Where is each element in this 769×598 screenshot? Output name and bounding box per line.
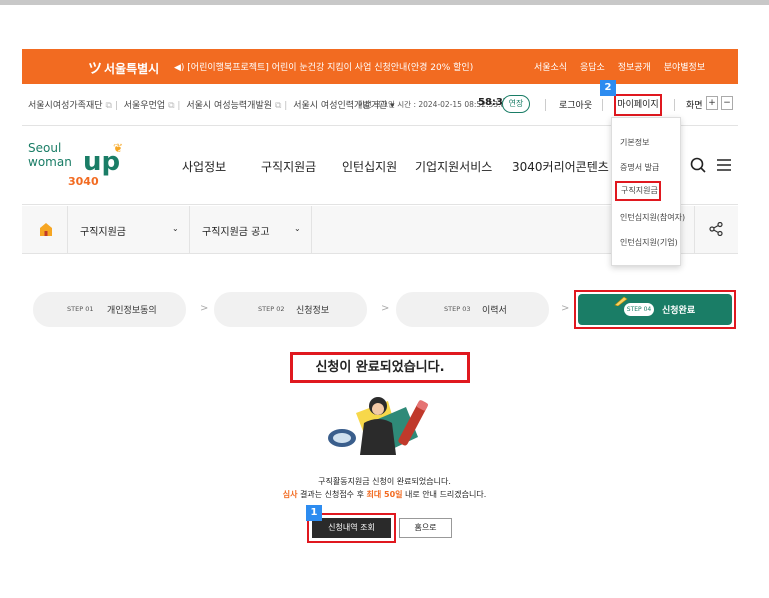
completion-illustration (328, 397, 428, 455)
seoul-city-logo[interactable]: ツ 서울특별시 (88, 58, 159, 78)
link-eungdapso[interactable]: 응답소 (580, 63, 605, 73)
max-days-highlight: 최대 50일 (366, 490, 403, 499)
extend-session-button[interactable]: 연장 (502, 95, 530, 113)
breadcrumb-level1-label: 구직지원금 (80, 227, 126, 238)
womanup-logo[interactable]: Seoul woman up ❦ 3040 (28, 141, 138, 193)
chevron-right-icon: > (381, 303, 390, 314)
share-button[interactable] (694, 206, 738, 254)
seoul-city-banner: ツ 서울특별시 ◀) [어린이행복프로젝트] 어린이 눈건강 지킴이 사업 신청안… (22, 49, 738, 84)
completion-title: 신청이 완료되었습니다. (290, 352, 470, 383)
breadcrumb-level1[interactable]: 구직지원금 ⌄ (68, 206, 190, 254)
step-2-number: STEP 02 (258, 305, 285, 313)
site-dev-institute[interactable]: 서울시 여성능력개발원 (186, 101, 272, 111)
step-2: STEP 02 신청정보 (214, 292, 367, 327)
seoul-logo-icon: ツ (88, 61, 102, 77)
step-4-number: STEP 04 (624, 303, 654, 316)
logo-woman-text: woman (28, 155, 72, 169)
step-4: STEP 04 신청완료 (578, 294, 732, 325)
step-1-number: STEP 01 (67, 305, 94, 313)
home-icon (40, 223, 52, 236)
dropdown-certificate[interactable]: 증명서 발급 (620, 162, 659, 173)
step-3-number: STEP 03 (444, 305, 471, 313)
nav-business-info[interactable]: 사업정보 (182, 158, 226, 175)
divider (674, 99, 675, 111)
chevron-right-icon: > (200, 303, 209, 314)
leaf-icon: ❦ (113, 141, 124, 155)
review-text-1: 결과는 신청접수 후 (297, 490, 367, 499)
review-text-2: 내로 안내 드리겠습니다. (402, 490, 487, 499)
chevron-down-icon: ⌄ (294, 224, 301, 233)
breadcrumb-level2-label: 구직지원금 공고 (202, 227, 270, 238)
application-history-button[interactable]: 신청내역 조회 (312, 518, 391, 538)
top-divider (0, 0, 769, 5)
step-3: STEP 03 이력서 (396, 292, 549, 327)
share-icon (709, 222, 723, 236)
chevron-down-icon: ⌄ (172, 224, 179, 233)
step-badge-1: 1 (306, 505, 322, 521)
nav-job-support[interactable]: 구직지원금 (261, 158, 316, 175)
link-field-info[interactable]: 분야별정보 (664, 63, 705, 73)
chevron-right-icon: > (561, 303, 570, 314)
step-4-name: 신청완료 (662, 306, 696, 316)
screen-zoom-label: 화면 (686, 101, 703, 111)
step-2-name: 신청정보 (296, 306, 330, 316)
external-link-icon: ⧉ | (275, 101, 288, 111)
review-notice: 심사 결과는 신청접수 후 최대 50일 내로 안내 드리겠습니다. (0, 489, 769, 500)
divider (545, 99, 546, 111)
mypage-dropdown: 기본정보 증명서 발급 구직지원금 인턴십지원(참여자) 인턴십지원(기업) (611, 117, 685, 266)
link-seoul-news[interactable]: 서울소식 (534, 63, 567, 73)
step-3-name: 이력서 (482, 306, 507, 316)
banner-notice[interactable]: ◀) [어린이행복프로젝트] 어린이 눈건강 지킴이 사업 신청안내(안경 20… (174, 60, 473, 73)
step-1: STEP 01 개인정보동의 (33, 292, 186, 327)
nav-company-service[interactable]: 기업지원서비스 (415, 158, 492, 175)
banner-links: 서울소식 응답소 정보공개 분야별정보 (534, 60, 715, 73)
logo-seoul-text: Seoul (28, 141, 62, 155)
dropdown-job-support[interactable]: 구직지원금 (615, 181, 661, 201)
external-link-icon: ⧉ | (105, 101, 118, 111)
related-sites: 서울시여성가족재단 ⧉ | 서울우먼업 ⧉ | 서울시 여성능력개발원 ⧉ | 서울시… (28, 98, 395, 111)
nav-internship[interactable]: 인턴십지원 (342, 158, 397, 175)
nav-career-content[interactable]: 3040커리어콘텐츠 (512, 158, 609, 175)
step-1-name: 개인정보동의 (107, 306, 157, 316)
divider (602, 99, 603, 111)
logo-year-text: 3040 (68, 175, 99, 188)
zoom-in-button[interactable]: + (706, 96, 718, 110)
link-info-open[interactable]: 정보공개 (618, 63, 651, 73)
zoom-out-button[interactable]: − (721, 96, 733, 110)
site-womanup[interactable]: 서울우먼업 (124, 101, 165, 111)
home-button[interactable] (22, 206, 68, 254)
logout-link[interactable]: 로그아웃 (559, 98, 592, 111)
seoul-city-logo-text: 서울특별시 (104, 62, 160, 76)
dropdown-internship-participant[interactable]: 인턴십지원(참여자) (620, 212, 685, 223)
step-badge-2: 2 (600, 80, 616, 96)
dropdown-basic-info[interactable]: 기본정보 (620, 137, 649, 148)
mypage-button[interactable]: 마이페이지 ▴ (614, 94, 662, 128)
completion-message: 구직활동지원금 신청이 완료되었습니다. (318, 477, 451, 486)
review-highlight: 심사 (282, 490, 298, 499)
site-foundation[interactable]: 서울시여성가족재단 (28, 101, 103, 111)
hamburger-menu-icon[interactable] (717, 158, 731, 172)
external-link-icon: ⧉ | (168, 101, 181, 111)
search-icon[interactable] (690, 157, 706, 173)
go-home-button[interactable]: 홈으로 (399, 518, 452, 538)
dropdown-internship-company[interactable]: 인턴십지원(기업) (620, 237, 678, 248)
breadcrumb-level2[interactable]: 구직지원금 공고 ⌄ (190, 206, 312, 254)
